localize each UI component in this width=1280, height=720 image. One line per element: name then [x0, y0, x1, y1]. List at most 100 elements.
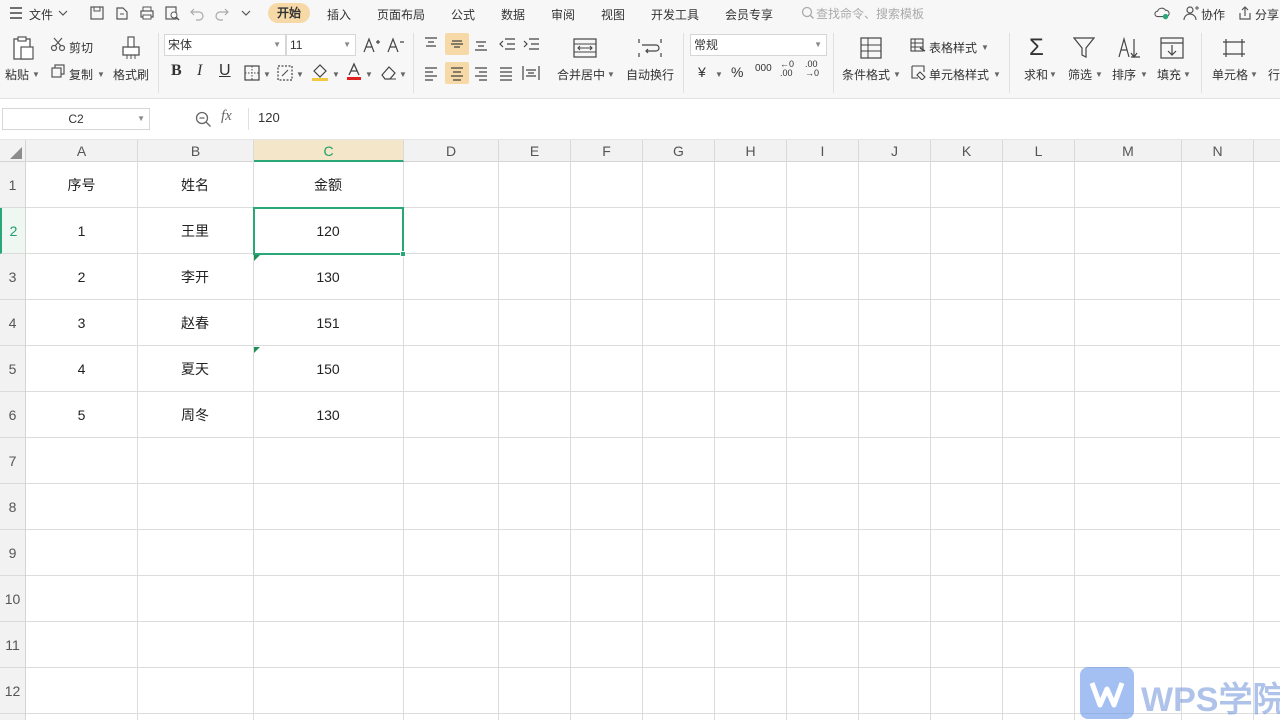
cell-C3[interactable]: 130 — [253, 254, 403, 300]
conditional-dropdown-icon[interactable]: ▼ — [893, 70, 901, 79]
cell-B5[interactable]: 夏天 — [137, 346, 253, 392]
font-name-select[interactable]: 宋体 ▼ — [164, 34, 286, 56]
clear-dropdown-icon[interactable]: ▼ — [399, 70, 407, 79]
fill-color-icon[interactable] — [311, 63, 329, 81]
fill-color-dropdown-icon[interactable]: ▼ — [332, 70, 340, 79]
wrap-text-icon[interactable] — [638, 38, 662, 58]
chevron-down-icon[interactable] — [58, 9, 68, 17]
column-header-N[interactable]: N — [1182, 140, 1254, 162]
column-header-partial[interactable] — [1254, 140, 1280, 162]
cell-A5[interactable]: 4 — [26, 346, 137, 392]
table-style-dropdown-icon[interactable]: ▼ — [981, 43, 989, 52]
format-painter-button[interactable]: 格式刷 — [113, 66, 149, 83]
row-header-7[interactable]: 7 — [0, 438, 25, 484]
filter-dropdown-icon[interactable]: ▼ — [1095, 70, 1103, 79]
row-header-8[interactable]: 8 — [0, 484, 25, 530]
cell-A4[interactable]: 3 — [26, 300, 137, 346]
currency-icon[interactable]: ¥ — [698, 64, 706, 80]
font-color-icon[interactable] — [346, 62, 362, 81]
formula-input[interactable]: 120 — [248, 108, 1280, 130]
cell-B6[interactable]: 周冬 — [137, 392, 253, 438]
font-size-select[interactable]: 11 ▼ — [286, 34, 356, 56]
column-header-I[interactable]: I — [787, 140, 859, 162]
align-center-icon[interactable] — [449, 65, 465, 81]
redo-icon[interactable] — [214, 5, 230, 21]
cell-style-button[interactable]: 单元格样式 — [929, 66, 989, 83]
number-format-select[interactable]: 常规 ▼ — [690, 34, 827, 56]
increase-font-icon[interactable] — [363, 37, 381, 53]
sort-button[interactable]: 排序 — [1112, 66, 1136, 83]
column-header-A[interactable]: A — [26, 140, 138, 162]
cell-C4[interactable]: 151 — [253, 300, 403, 346]
row-col-button[interactable]: 行 — [1268, 66, 1280, 83]
column-header-B[interactable]: B — [138, 140, 254, 162]
cell-C1[interactable]: 金额 — [253, 162, 403, 208]
border-dropdown-icon[interactable]: ▼ — [263, 70, 271, 79]
select-all-triangle-icon[interactable] — [10, 147, 22, 159]
merge-center-icon[interactable] — [573, 38, 597, 58]
sum-button[interactable]: 求和 — [1024, 66, 1048, 83]
cell-C6[interactable]: 130 — [253, 392, 403, 438]
column-header-M[interactable]: M — [1075, 140, 1182, 162]
row-header-6[interactable]: 6 — [0, 392, 25, 438]
italic-icon[interactable]: I — [197, 62, 202, 80]
row-header-5[interactable]: 5 — [0, 346, 25, 392]
column-header-H[interactable]: H — [715, 140, 787, 162]
hamburger-menu-icon[interactable] — [9, 6, 23, 20]
sum-dropdown-icon[interactable]: ▼ — [1049, 70, 1057, 79]
paste-icon[interactable] — [10, 35, 36, 61]
save-icon[interactable] — [89, 5, 105, 21]
file-menu[interactable]: 文件 — [29, 6, 53, 23]
collaborate-icon[interactable] — [1183, 5, 1199, 21]
tab-developer[interactable]: 开发工具 — [651, 6, 699, 23]
percent-icon[interactable]: % — [731, 64, 743, 80]
column-header-L[interactable]: L — [1003, 140, 1075, 162]
cell-B4[interactable]: 赵春 — [137, 300, 253, 346]
fill-dropdown-icon[interactable]: ▼ — [1183, 70, 1191, 79]
border-icon[interactable] — [244, 65, 260, 81]
column-header-J[interactable]: J — [859, 140, 931, 162]
column-header-D[interactable]: D — [404, 140, 499, 162]
row-header-2[interactable]: 2 — [0, 208, 25, 254]
cell-grid[interactable]: 序号 姓名 金额 1 王里 120 2 李开 130 3 赵春 151 4 夏天… — [26, 162, 1280, 720]
row-header-9[interactable]: 9 — [0, 530, 25, 576]
tab-home[interactable]: 开始 — [268, 3, 310, 23]
share-label[interactable]: 分享 — [1255, 6, 1279, 23]
active-cell-selection[interactable] — [253, 207, 404, 255]
row-header-10[interactable]: 10 — [0, 576, 25, 622]
copy-icon[interactable] — [50, 63, 66, 79]
align-bottom-icon[interactable] — [473, 36, 489, 52]
copy-button[interactable]: 复制 — [69, 66, 93, 83]
customize-toolbar-icon[interactable] — [241, 9, 251, 17]
row-header-4[interactable]: 4 — [0, 300, 25, 346]
filter-icon[interactable] — [1073, 37, 1095, 59]
row-header-12[interactable]: 12 — [0, 668, 25, 714]
align-top-icon[interactable] — [423, 36, 439, 52]
tab-insert[interactable]: 插入 — [327, 6, 351, 23]
tab-data[interactable]: 数据 — [501, 6, 525, 23]
cell-dropdown-icon[interactable]: ▼ — [1250, 70, 1258, 79]
bold-icon[interactable]: B — [171, 62, 182, 80]
search-input[interactable]: 查找命令、搜索模板 — [816, 5, 986, 22]
print-icon[interactable] — [139, 5, 155, 21]
distributed-align-icon[interactable] — [522, 65, 540, 81]
tab-formulas[interactable]: 公式 — [451, 6, 475, 23]
tab-page-layout[interactable]: 页面布局 — [377, 6, 425, 23]
error-indicator-icon[interactable] — [254, 347, 260, 353]
table-style-icon[interactable] — [910, 38, 926, 52]
tab-member[interactable]: 会员专享 — [725, 6, 773, 23]
cell-B1[interactable]: 姓名 — [137, 162, 253, 208]
conditional-format-icon[interactable] — [860, 37, 882, 59]
row-header-3[interactable]: 3 — [0, 254, 25, 300]
print-preview-icon[interactable] — [164, 5, 180, 21]
fill-button[interactable]: 填充 — [1157, 66, 1181, 83]
format-painter-icon[interactable] — [119, 35, 143, 61]
scissors-icon[interactable] — [50, 36, 66, 52]
conditional-format-button[interactable]: 条件格式 — [842, 66, 890, 83]
cell-A1[interactable]: 序号 — [26, 162, 137, 208]
cell-A2[interactable]: 1 — [26, 208, 137, 254]
currency-dropdown-icon[interactable]: ▼ — [715, 70, 723, 79]
cell-B2[interactable]: 王里 — [137, 208, 253, 254]
output-pdf-icon[interactable] — [114, 5, 130, 21]
row-header-11[interactable]: 11 — [0, 622, 25, 668]
